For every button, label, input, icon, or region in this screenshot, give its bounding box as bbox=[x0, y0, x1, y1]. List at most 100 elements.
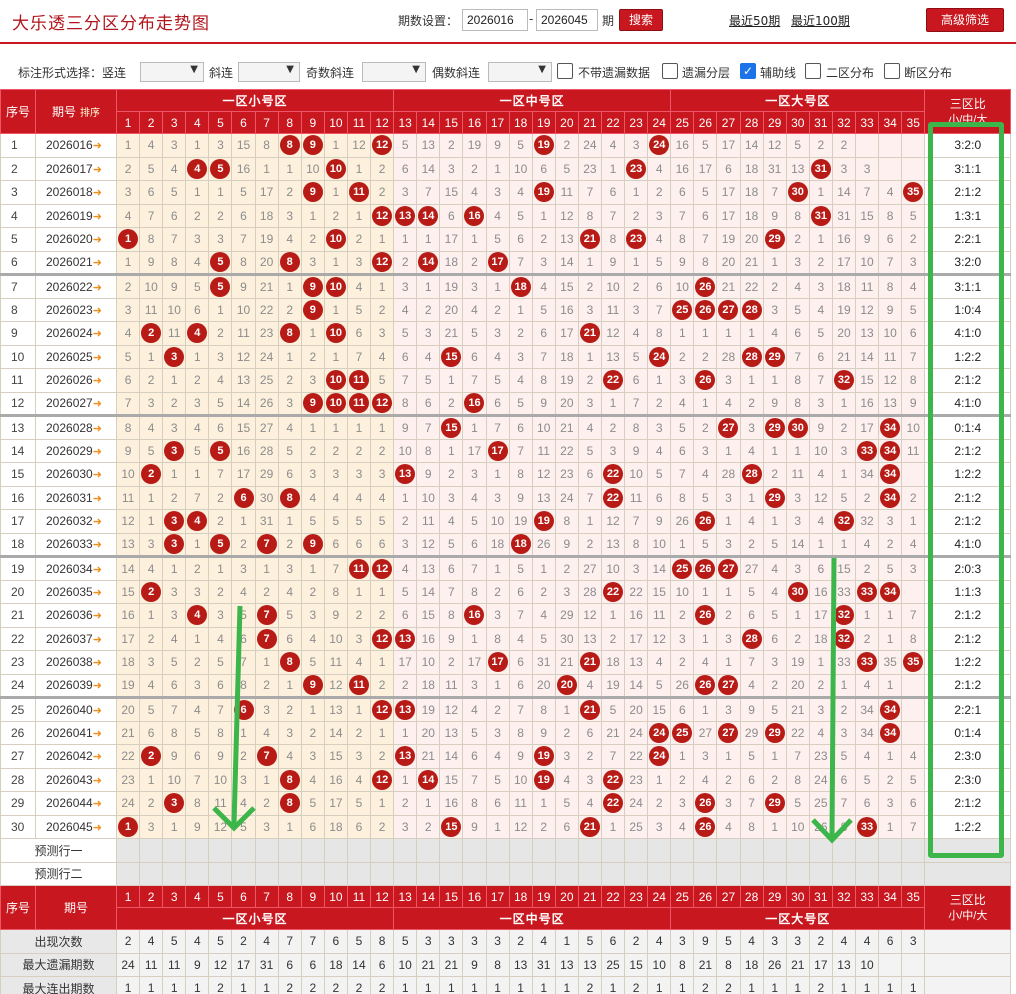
prediction-cell[interactable] bbox=[554, 861, 579, 886]
number-cell: 13 bbox=[393, 462, 418, 487]
number-cell: 9 bbox=[808, 414, 833, 440]
prediction-cell[interactable] bbox=[254, 838, 279, 863]
prediction-cell[interactable] bbox=[808, 861, 833, 886]
miss-count: 6 bbox=[471, 349, 478, 364]
prediction-cell[interactable] bbox=[323, 838, 348, 863]
period-dash: - bbox=[529, 12, 534, 26]
prediction-cell[interactable] bbox=[115, 861, 141, 886]
prediction-cell[interactable] bbox=[254, 861, 279, 886]
miss-count: 2 bbox=[678, 349, 686, 364]
no-miss-checkbox[interactable] bbox=[557, 63, 573, 79]
prediction-cell[interactable] bbox=[554, 838, 579, 863]
prediction-cell[interactable] bbox=[462, 861, 487, 886]
odd-select[interactable]: ▼ bbox=[362, 62, 426, 82]
aux-line-checkbox[interactable]: ✓ bbox=[740, 63, 756, 79]
mark-label: 标注形式选择：竖连 bbox=[18, 66, 127, 80]
prediction-cell[interactable] bbox=[370, 861, 395, 886]
number-cell: 3 bbox=[854, 156, 880, 181]
prediction-cell[interactable] bbox=[346, 861, 372, 886]
prediction-cell[interactable] bbox=[577, 838, 602, 863]
prediction-cell[interactable] bbox=[277, 861, 302, 886]
prediction-cell[interactable] bbox=[231, 838, 256, 863]
miss-layer-checkbox[interactable] bbox=[662, 63, 678, 79]
prediction-cell[interactable] bbox=[670, 838, 695, 863]
break-zone-checkbox[interactable] bbox=[884, 63, 900, 79]
prediction-cell[interactable] bbox=[600, 861, 626, 886]
prediction-cell[interactable] bbox=[716, 838, 741, 863]
miss-count: 6 bbox=[401, 349, 409, 364]
prediction-cell[interactable] bbox=[393, 861, 418, 886]
search-button[interactable]: 搜索 bbox=[619, 9, 663, 31]
prediction-cell[interactable] bbox=[208, 838, 233, 863]
prediction-cell[interactable] bbox=[185, 838, 210, 863]
prediction-cell[interactable] bbox=[693, 838, 718, 863]
even-select[interactable]: ▼ bbox=[488, 62, 552, 82]
number-cell: 5 bbox=[277, 603, 302, 628]
prediction-cell[interactable] bbox=[508, 838, 533, 863]
period-to-input[interactable] bbox=[536, 9, 598, 31]
prediction-cell[interactable] bbox=[162, 838, 187, 863]
prediction-cell[interactable] bbox=[485, 861, 510, 886]
prediction-cell[interactable] bbox=[762, 838, 787, 863]
prediction-cell[interactable] bbox=[462, 838, 487, 863]
prediction-cell[interactable] bbox=[577, 861, 602, 886]
prediction-cell[interactable] bbox=[901, 861, 926, 886]
prediction-cell[interactable] bbox=[393, 838, 418, 863]
number-cell: 11 bbox=[785, 462, 810, 487]
prediction-cell[interactable] bbox=[878, 861, 903, 886]
prediction-cell[interactable] bbox=[693, 861, 718, 886]
diag-select[interactable]: ▼ bbox=[238, 62, 300, 82]
prediction-cell[interactable] bbox=[647, 861, 672, 886]
prediction-cell[interactable] bbox=[600, 838, 626, 863]
number-cell: 7 bbox=[508, 603, 533, 628]
prediction-cell[interactable] bbox=[670, 861, 695, 886]
miss-count: 2 bbox=[586, 373, 594, 388]
col-issue-header[interactable]: 期号 排序 bbox=[35, 89, 117, 134]
prediction-cell[interactable] bbox=[231, 861, 256, 886]
prediction-cell[interactable] bbox=[739, 861, 764, 886]
prediction-cell[interactable] bbox=[139, 861, 164, 886]
prediction-cell[interactable] bbox=[854, 861, 880, 886]
prediction-cell[interactable] bbox=[831, 861, 857, 886]
prediction-cell[interactable] bbox=[416, 838, 441, 863]
prediction-cell[interactable] bbox=[323, 861, 348, 886]
prediction-cell[interactable] bbox=[785, 861, 810, 886]
prediction-cell[interactable] bbox=[300, 861, 325, 886]
prediction-cell[interactable] bbox=[716, 861, 741, 886]
prediction-cell[interactable] bbox=[647, 838, 672, 863]
prediction-cell[interactable] bbox=[300, 838, 325, 863]
sort-button[interactable]: 排序 bbox=[80, 108, 100, 119]
prediction-cell[interactable] bbox=[624, 838, 649, 863]
prediction-cell[interactable] bbox=[508, 861, 533, 886]
prediction-cell[interactable] bbox=[162, 861, 187, 886]
prediction-cell[interactable] bbox=[878, 838, 903, 863]
prediction-cell[interactable] bbox=[346, 838, 372, 863]
advanced-filter-button[interactable]: 高级筛选 bbox=[926, 8, 1004, 32]
recent-100-link[interactable]: 最近100期 bbox=[791, 12, 850, 29]
zone2-checkbox[interactable] bbox=[805, 63, 821, 79]
prediction-cell[interactable] bbox=[762, 861, 787, 886]
miss-count: 1 bbox=[286, 678, 294, 693]
miss-count: 12 bbox=[560, 208, 574, 223]
number-cell: 6 bbox=[139, 180, 164, 205]
prediction-cell[interactable] bbox=[208, 861, 233, 886]
prediction-cell[interactable] bbox=[185, 861, 210, 886]
prediction-cell[interactable] bbox=[739, 838, 764, 863]
prediction-cell[interactable] bbox=[531, 861, 556, 886]
vertical-select[interactable]: ▼ bbox=[140, 62, 204, 82]
prediction-cell[interactable] bbox=[531, 838, 556, 863]
miss-count: 5 bbox=[217, 396, 224, 411]
prediction-cell[interactable] bbox=[439, 838, 464, 863]
prediction-cell[interactable] bbox=[624, 861, 649, 886]
prediction-cell[interactable] bbox=[439, 861, 464, 886]
period-from-input[interactable] bbox=[462, 9, 528, 31]
miss-count: 1 bbox=[263, 161, 270, 176]
prediction-cell[interactable] bbox=[901, 838, 926, 863]
prediction-cell[interactable] bbox=[139, 838, 164, 863]
prediction-cell[interactable] bbox=[370, 838, 395, 863]
prediction-cell[interactable] bbox=[277, 838, 302, 863]
recent-50-link[interactable]: 最近50期 bbox=[729, 12, 780, 29]
prediction-cell[interactable] bbox=[115, 838, 141, 863]
prediction-cell[interactable] bbox=[416, 861, 441, 886]
prediction-cell[interactable] bbox=[485, 838, 510, 863]
